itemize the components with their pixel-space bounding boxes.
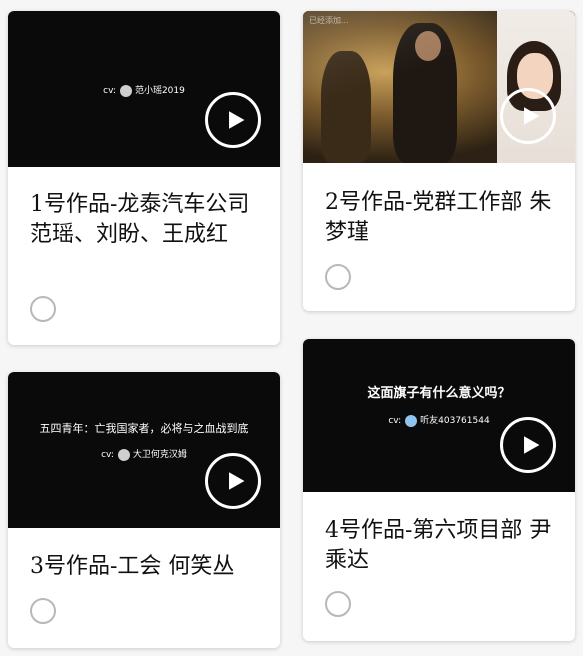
vote-radio[interactable] [325, 591, 351, 617]
cv-label: cv: [103, 86, 116, 96]
video-thumbnail[interactable]: 这面旗子有什么意义吗？ cv: 听友403761544 [303, 339, 575, 492]
play-button[interactable] [500, 417, 556, 473]
avatar-icon [405, 414, 418, 427]
video-headline: 这面旗子有什么意义吗？ [367, 386, 511, 401]
play-button[interactable] [205, 453, 261, 509]
entry-card-2[interactable]: 已经添加... 2号作品-党群工作部 朱梦瑾 [303, 11, 575, 311]
play-icon [524, 436, 540, 454]
cv-label: cv: [101, 450, 114, 460]
entry-card-1[interactable]: cv: 范小瑶2019 1号作品-龙泰汽车公司 范瑶、刘盼、王成红 [8, 11, 280, 345]
avatar-icon [119, 84, 132, 97]
cv-name: 范小瑶2019 [134, 86, 185, 96]
cv-name: 听友403761544 [420, 416, 490, 426]
entry-card-4[interactable]: 这面旗子有什么意义吗？ cv: 听友403761544 4号作品-第六项目部 尹乘… [303, 339, 575, 641]
video-thumbnail[interactable]: 已经添加... [303, 11, 575, 163]
vote-radio[interactable] [30, 296, 56, 322]
play-icon [524, 107, 540, 125]
play-icon [229, 472, 245, 490]
entry-title: 3号作品-工会 何笑丛 [30, 554, 235, 579]
video-thumbnail[interactable]: cv: 范小瑶2019 [8, 11, 280, 167]
play-icon [229, 111, 245, 129]
entry-title: 1号作品-龙泰汽车公司 范瑶、刘盼、王成红 [30, 192, 250, 247]
vote-radio[interactable] [30, 598, 56, 624]
cv-name: 大卫何克汉姆 [132, 450, 187, 460]
avatar-icon [117, 448, 130, 461]
play-button[interactable] [500, 88, 556, 144]
cv-label: cv: [388, 416, 402, 426]
video-thumbnail[interactable]: 五四青年：亡我国家者，必将与之血战到底 cv: 大卫何克汉姆 [8, 372, 280, 528]
entry-title: 2号作品-党群工作部 朱梦瑾 [325, 190, 552, 245]
entry-card-3[interactable]: 五四青年：亡我国家者，必将与之血战到底 cv: 大卫何克汉姆 3号作品-工会 何笑… [8, 372, 280, 648]
entry-title: 4号作品-第六项目部 尹乘达 [325, 518, 552, 573]
video-headline: 五四青年：亡我国家者，必将与之血战到底 [39, 422, 249, 435]
vote-radio[interactable] [325, 264, 351, 290]
play-button[interactable] [205, 92, 261, 148]
video-gallery: cv: 范小瑶2019 1号作品-龙泰汽车公司 范瑶、刘盼、王成红 已经添加... [0, 0, 583, 656]
watermark: 已经添加... [309, 16, 349, 25]
